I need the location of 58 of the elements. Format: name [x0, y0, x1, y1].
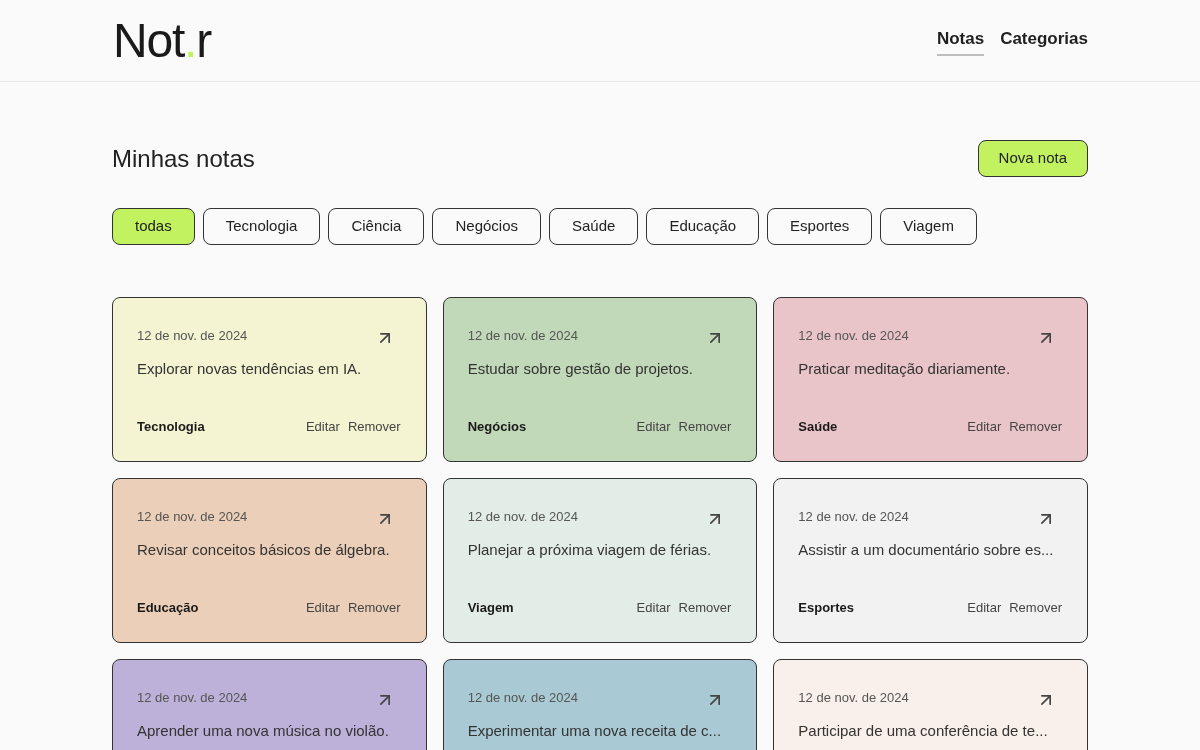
filter-chip[interactable]: Negócios: [432, 208, 541, 245]
note-date: 12 de nov. de 2024: [467, 508, 578, 526]
note-text: Planejar a próxima viagem de férias.: [467, 540, 713, 560]
note-date: 12 de nov. de 2024: [798, 327, 909, 345]
note-category: Viagem: [467, 599, 514, 617]
note-text: Assistir a um documentário sobre es...: [798, 540, 1055, 560]
note-text: Aprender uma nova música no violão.: [137, 721, 390, 741]
note-text: Participar de uma conferência de te...: [798, 721, 1049, 741]
note-date: 12 de nov. de 2024: [798, 508, 909, 526]
note-card[interactable]: 12 de nov. de 2024 Experimentar uma nova receita de c...: [442, 659, 758, 750]
note-date: 12 de nov. de 2024: [467, 327, 578, 345]
remove-link[interactable]: Remover: [347, 417, 401, 437]
remove-link[interactable]: Remover: [347, 598, 401, 618]
note-text: Explorar novas tendências em IA.: [137, 359, 363, 379]
note-date: 12 de nov. de 2024: [137, 689, 248, 707]
note-category: Saúde: [798, 418, 838, 436]
note-card[interactable]: 12 de nov. de 2024 Assistir a um documentário sobre es... Esportes Editar Remover: [773, 478, 1088, 643]
note-card[interactable]: 12 de nov. de 2024 Revisar conceitos básicos de álgebra. Educação Editar Remover: [112, 478, 427, 643]
remove-link[interactable]: Remover: [1009, 598, 1062, 618]
edit-link[interactable]: Editar: [636, 417, 671, 437]
filter-chip[interactable]: Saúde: [549, 208, 639, 245]
nav-link[interactable]: Categorias: [1000, 27, 1088, 56]
new-note-button[interactable]: Nova nota: [977, 140, 1088, 177]
remove-link[interactable]: Remover: [678, 598, 732, 618]
note-card[interactable]: 12 de nov. de 2024 Explorar novas tendências em IA. Tecnologia Editar Remover: [112, 297, 427, 462]
note-category: Educação: [137, 599, 199, 617]
nav-link[interactable]: Notas: [936, 27, 985, 56]
note-text: Praticar meditação diariamente.: [798, 359, 1012, 379]
filter-chip[interactable]: Tecnologia: [202, 208, 321, 245]
edit-link[interactable]: Editar: [967, 417, 1002, 437]
filter-chip[interactable]: Educação: [646, 208, 760, 245]
note-date: 12 de nov. de 2024: [137, 508, 248, 526]
note-text: Experimentar uma nova receita de c...: [467, 721, 723, 741]
filter-chip[interactable]: todas: [112, 208, 195, 245]
page-title: Minhas notas: [112, 143, 255, 174]
edit-link[interactable]: Editar: [967, 598, 1002, 618]
note-date: 12 de nov. de 2024: [137, 327, 248, 345]
filter-chip[interactable]: Esportes: [767, 208, 873, 245]
note-date: 12 de nov. de 2024: [467, 689, 578, 707]
note-text: Revisar conceitos básicos de álgebra.: [137, 540, 391, 560]
filter-chip[interactable]: Ciência: [328, 208, 425, 245]
edit-link[interactable]: Editar: [636, 598, 671, 618]
note-card[interactable]: 12 de nov. de 2024 Aprender uma nova música no violão.: [112, 659, 427, 750]
note-text: Estudar sobre gestão de projetos.: [467, 359, 694, 379]
note-card[interactable]: 12 de nov. de 2024 Participar de uma conferência de te...: [773, 659, 1088, 750]
note-card[interactable]: 12 de nov. de 2024 Planejar a próxima viagem de férias. Viagem Editar Remover: [442, 478, 758, 643]
note-category: Negócios: [467, 418, 527, 436]
note-category: Tecnologia: [137, 418, 205, 436]
filter-chip[interactable]: Viagem: [880, 208, 977, 245]
note-category: Esportes: [798, 599, 854, 617]
logo[interactable]: Not.r: [113, 16, 212, 65]
note-date: 12 de nov. de 2024: [798, 689, 909, 707]
remove-link[interactable]: Remover: [678, 417, 732, 437]
note-card[interactable]: 12 de nov. de 2024 Estudar sobre gestão de projetos. Negócios Editar Remover: [442, 297, 758, 462]
remove-link[interactable]: Remover: [1009, 417, 1062, 437]
edit-link[interactable]: Editar: [305, 417, 340, 437]
note-card[interactable]: 12 de nov. de 2024 Praticar meditação diariamente. Saúde Editar Remover: [773, 297, 1088, 462]
edit-link[interactable]: Editar: [305, 598, 340, 618]
